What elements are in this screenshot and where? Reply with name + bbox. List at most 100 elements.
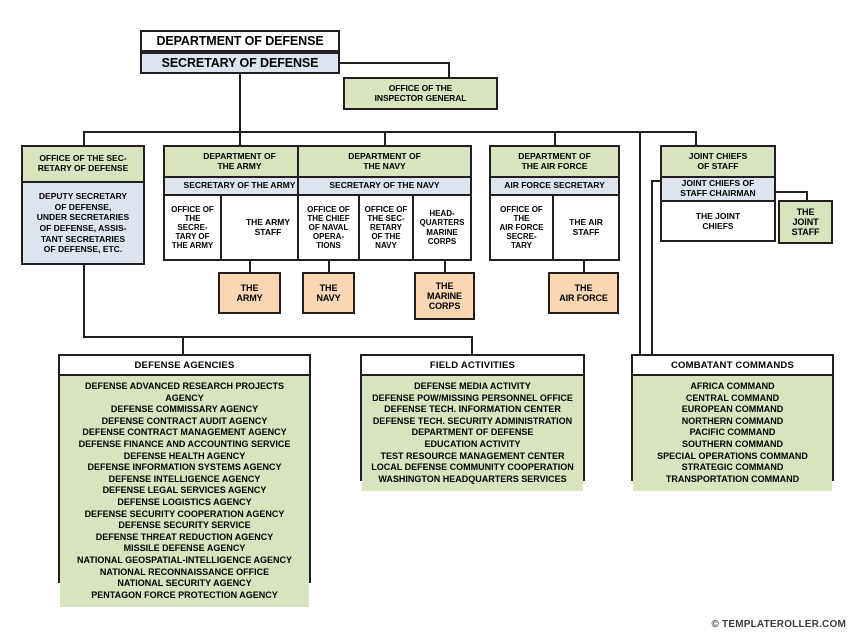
osd-body: DEPUTY SECRETARY OF DEFENSE, UNDER SECRE… (23, 183, 143, 263)
army-header: DEPARTMENT OF THE ARMY (165, 147, 314, 178)
combatant-commands-list: AFRICA COMMAND CENTRAL COMMAND EUROPEAN CO… (633, 376, 832, 492)
airforce-col2-label: THE AIR STAFF (569, 216, 603, 237)
list-item: DEFENSE INTELLIGENCE AGENCY (108, 473, 261, 484)
line-ig-drop (448, 62, 450, 78)
army-header-label: DEPARTMENT OF THE ARMY (203, 150, 276, 171)
list-item: NATIONAL RECONNAISSANCE OFFICE (99, 566, 270, 577)
box-secretary-of-defense: SECRETARY OF DEFENSE (140, 52, 340, 74)
box-office-of-inspector-general: OFFICE OF THE INSPECTOR GENERAL (343, 77, 498, 110)
field-activities-list: DEFENSE MEDIA ACTIVITY DEFENSE POW/MISSIN… (362, 376, 583, 492)
navy-col3-label: HEAD- QUARTERS MARINE CORPS (419, 209, 465, 246)
navy-secretary: SECRETARY OF THE NAVY (299, 178, 470, 196)
list-item: CENTRAL COMMAND (685, 392, 780, 403)
line-bus-to-combatant-commands (639, 131, 641, 355)
list-item: MISSILE DEFENSE AGENCY (123, 543, 246, 554)
airforce-header-label: DEPARTMENT OF THE AIR FORCE (518, 150, 591, 171)
joint-chiefs-chairman: JOINT CHIEFS OF STAFF CHAIRMAN (662, 178, 774, 202)
navy-header-label: DEPARTMENT OF THE NAVY (348, 150, 421, 171)
airforce-col1-label: OFFICE OF THE AIR FORCE SECRE- TARY (499, 204, 544, 251)
list-item: DEFENSE POW/MISSING PERSONNEL OFFICE (372, 392, 573, 403)
line-drop-army (239, 131, 241, 145)
army-col1-label: OFFICE OF THE SECRE- TARY OF THE ARMY (171, 204, 214, 251)
box-the-navy: THE NAVY (302, 272, 355, 314)
box-department-of-defense: DEPARTMENT OF DEFENSE (140, 30, 340, 52)
list-item: NORTHERN COMMAND (681, 415, 784, 426)
list-item: DEFENSE THREAT REDUCTION AGENCY (95, 531, 274, 542)
line-drop-joint-chiefs (695, 131, 697, 145)
line-drop-defense-agencies (182, 336, 184, 355)
navy-col2-label: OFFICE OF THE SEC- RETARY OF THE NAVY (364, 204, 408, 251)
the-joint-chiefs: THE JOINT CHIEFS (662, 202, 774, 240)
list-item: DEFENSE COMMISSARY AGENCY (110, 404, 259, 415)
osd-header-label: OFFICE OF THE SEC- RETARY OF DEFENSE (37, 153, 129, 173)
army-secretary-label: SECRETARY OF THE ARMY (183, 180, 296, 191)
defense-agencies-list: DEFENSE ADVANCED RESEARCH PROJECTS AGENC… (60, 376, 309, 608)
the-air-force-label: THE AIR FORCE (559, 282, 608, 303)
the-marine-corps-label: THE MARINE CORPS (427, 280, 462, 312)
list-item: SOUTHERN COMMAND (682, 438, 783, 449)
group-department-of-army: DEPARTMENT OF THE ARMY SECRETARY OF THE … (163, 145, 316, 261)
line-main-bus (83, 131, 697, 133)
group-joint-chiefs-of-staff: JOINT CHIEFS OF STAFF JOINT CHIEFS OF ST… (660, 145, 776, 242)
list-item: PACIFIC COMMAND (689, 427, 776, 438)
airforce-secretary: AIR FORCE SECRETARY (491, 178, 618, 196)
list-item: DEFENSE INFORMATION SYSTEMS AGENCY (87, 462, 282, 473)
list-item: DEPARTMENT OF DEFENSE (411, 427, 534, 438)
list-item: DEFENSE TECH. INFORMATION CENTER (384, 404, 561, 415)
list-item: DEFENSE ADVANCED RESEARCH PROJECTS AGENC… (84, 381, 285, 403)
list-item: DEFENSE LOGISTICS AGENCY (117, 496, 252, 507)
list-item: DEFENSE CONTRACT MANAGEMENT AGENCY (82, 427, 287, 438)
defense-agencies-title: DEFENSE AGENCIES (60, 356, 309, 376)
list-item: TEST RESOURCE MANAGEMENT CENTER (380, 450, 565, 461)
field-activities-title: FIELD ACTIVITIES (362, 356, 583, 376)
list-item: DEFENSE FINANCE AND ACCOUNTING SERVICE (78, 438, 291, 449)
line-osd-spine (83, 265, 85, 337)
airforce-office-of-secretary: OFFICE OF THE AIR FORCE SECRE- TARY (491, 196, 552, 259)
secretary-of-defense-label: SECRETARY OF DEFENSE (161, 56, 319, 70)
list-item: DEFENSE CONTRACT AUDIT AGENCY (101, 415, 268, 426)
the-navy-label: THE NAVY (316, 282, 341, 303)
list-item: TRANSPORTATION COMMAND (665, 473, 800, 484)
line-drop-navy (384, 131, 386, 145)
joint-chiefs-header: JOINT CHIEFS OF STAFF (662, 147, 774, 178)
list-item: DEFENSE LEGAL SERVICES AGENCY (102, 485, 267, 496)
line-drop-field-activities (471, 336, 473, 355)
list-item: LOCAL DEFENSE COMMUNITY COOPERATION (371, 462, 574, 473)
panel-combatant-commands: COMBATANT COMMANDS AFRICA COMMAND CENTRAL… (631, 354, 834, 492)
line-secdef-to-ig-horizontal (340, 62, 450, 64)
list-item: PENTAGON FORCE PROTECTION AGENCY (91, 589, 278, 600)
navy-header: DEPARTMENT OF THE NAVY (299, 147, 470, 178)
list-item: DEFENSE HEALTH AGENCY (123, 450, 246, 461)
box-the-army: THE ARMY (218, 272, 281, 314)
navy-hq-marine-corps: HEAD- QUARTERS MARINE CORPS (412, 196, 470, 259)
line-lower-bus (83, 336, 473, 338)
the-joint-staff-label: THE JOINT STAFF (791, 206, 820, 238)
box-the-marine-corps: THE MARINE CORPS (414, 272, 475, 320)
combatant-commands-title: COMBATANT COMMANDS (633, 356, 832, 376)
army-office-of-secretary: OFFICE OF THE SECRE- TARY OF THE ARMY (165, 196, 220, 259)
osd-body-label: DEPUTY SECRETARY OF DEFENSE, UNDER SECRE… (36, 191, 130, 255)
list-item: NATIONAL GEOSPATIAL-INTELLIGENCE AGENCY (76, 554, 292, 565)
list-item: DEFENSE SECURITY COOPERATION AGENCY (84, 508, 285, 519)
group-department-of-navy: DEPARTMENT OF THE NAVY SECRETARY OF THE … (297, 145, 472, 261)
group-office-of-secretary-of-defense: OFFICE OF THE SEC- RETARY OF DEFENSE DEP… (21, 145, 145, 265)
list-item: NATIONAL SECURITY AGENCY (117, 578, 252, 589)
panel-defense-agencies: DEFENSE AGENCIES DEFENSE ADVANCED RESEAR… (58, 354, 311, 608)
box-the-joint-staff: THE JOINT STAFF (778, 200, 833, 244)
line-chairman-to-combatant-vertical (651, 180, 653, 355)
org-chart-canvas: DEPARTMENT OF DEFENSE SECRETARY OF DEFEN… (0, 0, 858, 640)
line-drop-osd (83, 131, 85, 145)
footer-copyright: © TEMPLATEROLLER.COM (711, 619, 846, 630)
line-chairman-to-joint-staff (774, 191, 808, 193)
navy-col1-label: OFFICE OF THE CHIEF OF NAVAL OPERA- TION… (307, 204, 350, 251)
army-col2-label: THE ARMY STAFF (245, 216, 291, 237)
list-item: DEFENSE SECURITY SERVICE (118, 520, 251, 531)
osd-header: OFFICE OF THE SEC- RETARY OF DEFENSE (23, 147, 143, 183)
list-item: SPECIAL OPERATIONS COMMAND (657, 450, 808, 461)
list-item: DEFENSE TECH. SECURITY ADMINISTRATION (372, 415, 573, 426)
panel-field-activities: FIELD ACTIVITIES DEFENSE MEDIA ACTIVITY D… (360, 354, 585, 492)
army-secretary: SECRETARY OF THE ARMY (165, 178, 314, 196)
group-department-of-air-force: DEPARTMENT OF THE AIR FORCE AIR FORCE SE… (489, 145, 620, 261)
joint-chiefs-header-label: JOINT CHIEFS OF STAFF (688, 150, 748, 171)
list-item: DEFENSE MEDIA ACTIVITY (414, 381, 531, 391)
